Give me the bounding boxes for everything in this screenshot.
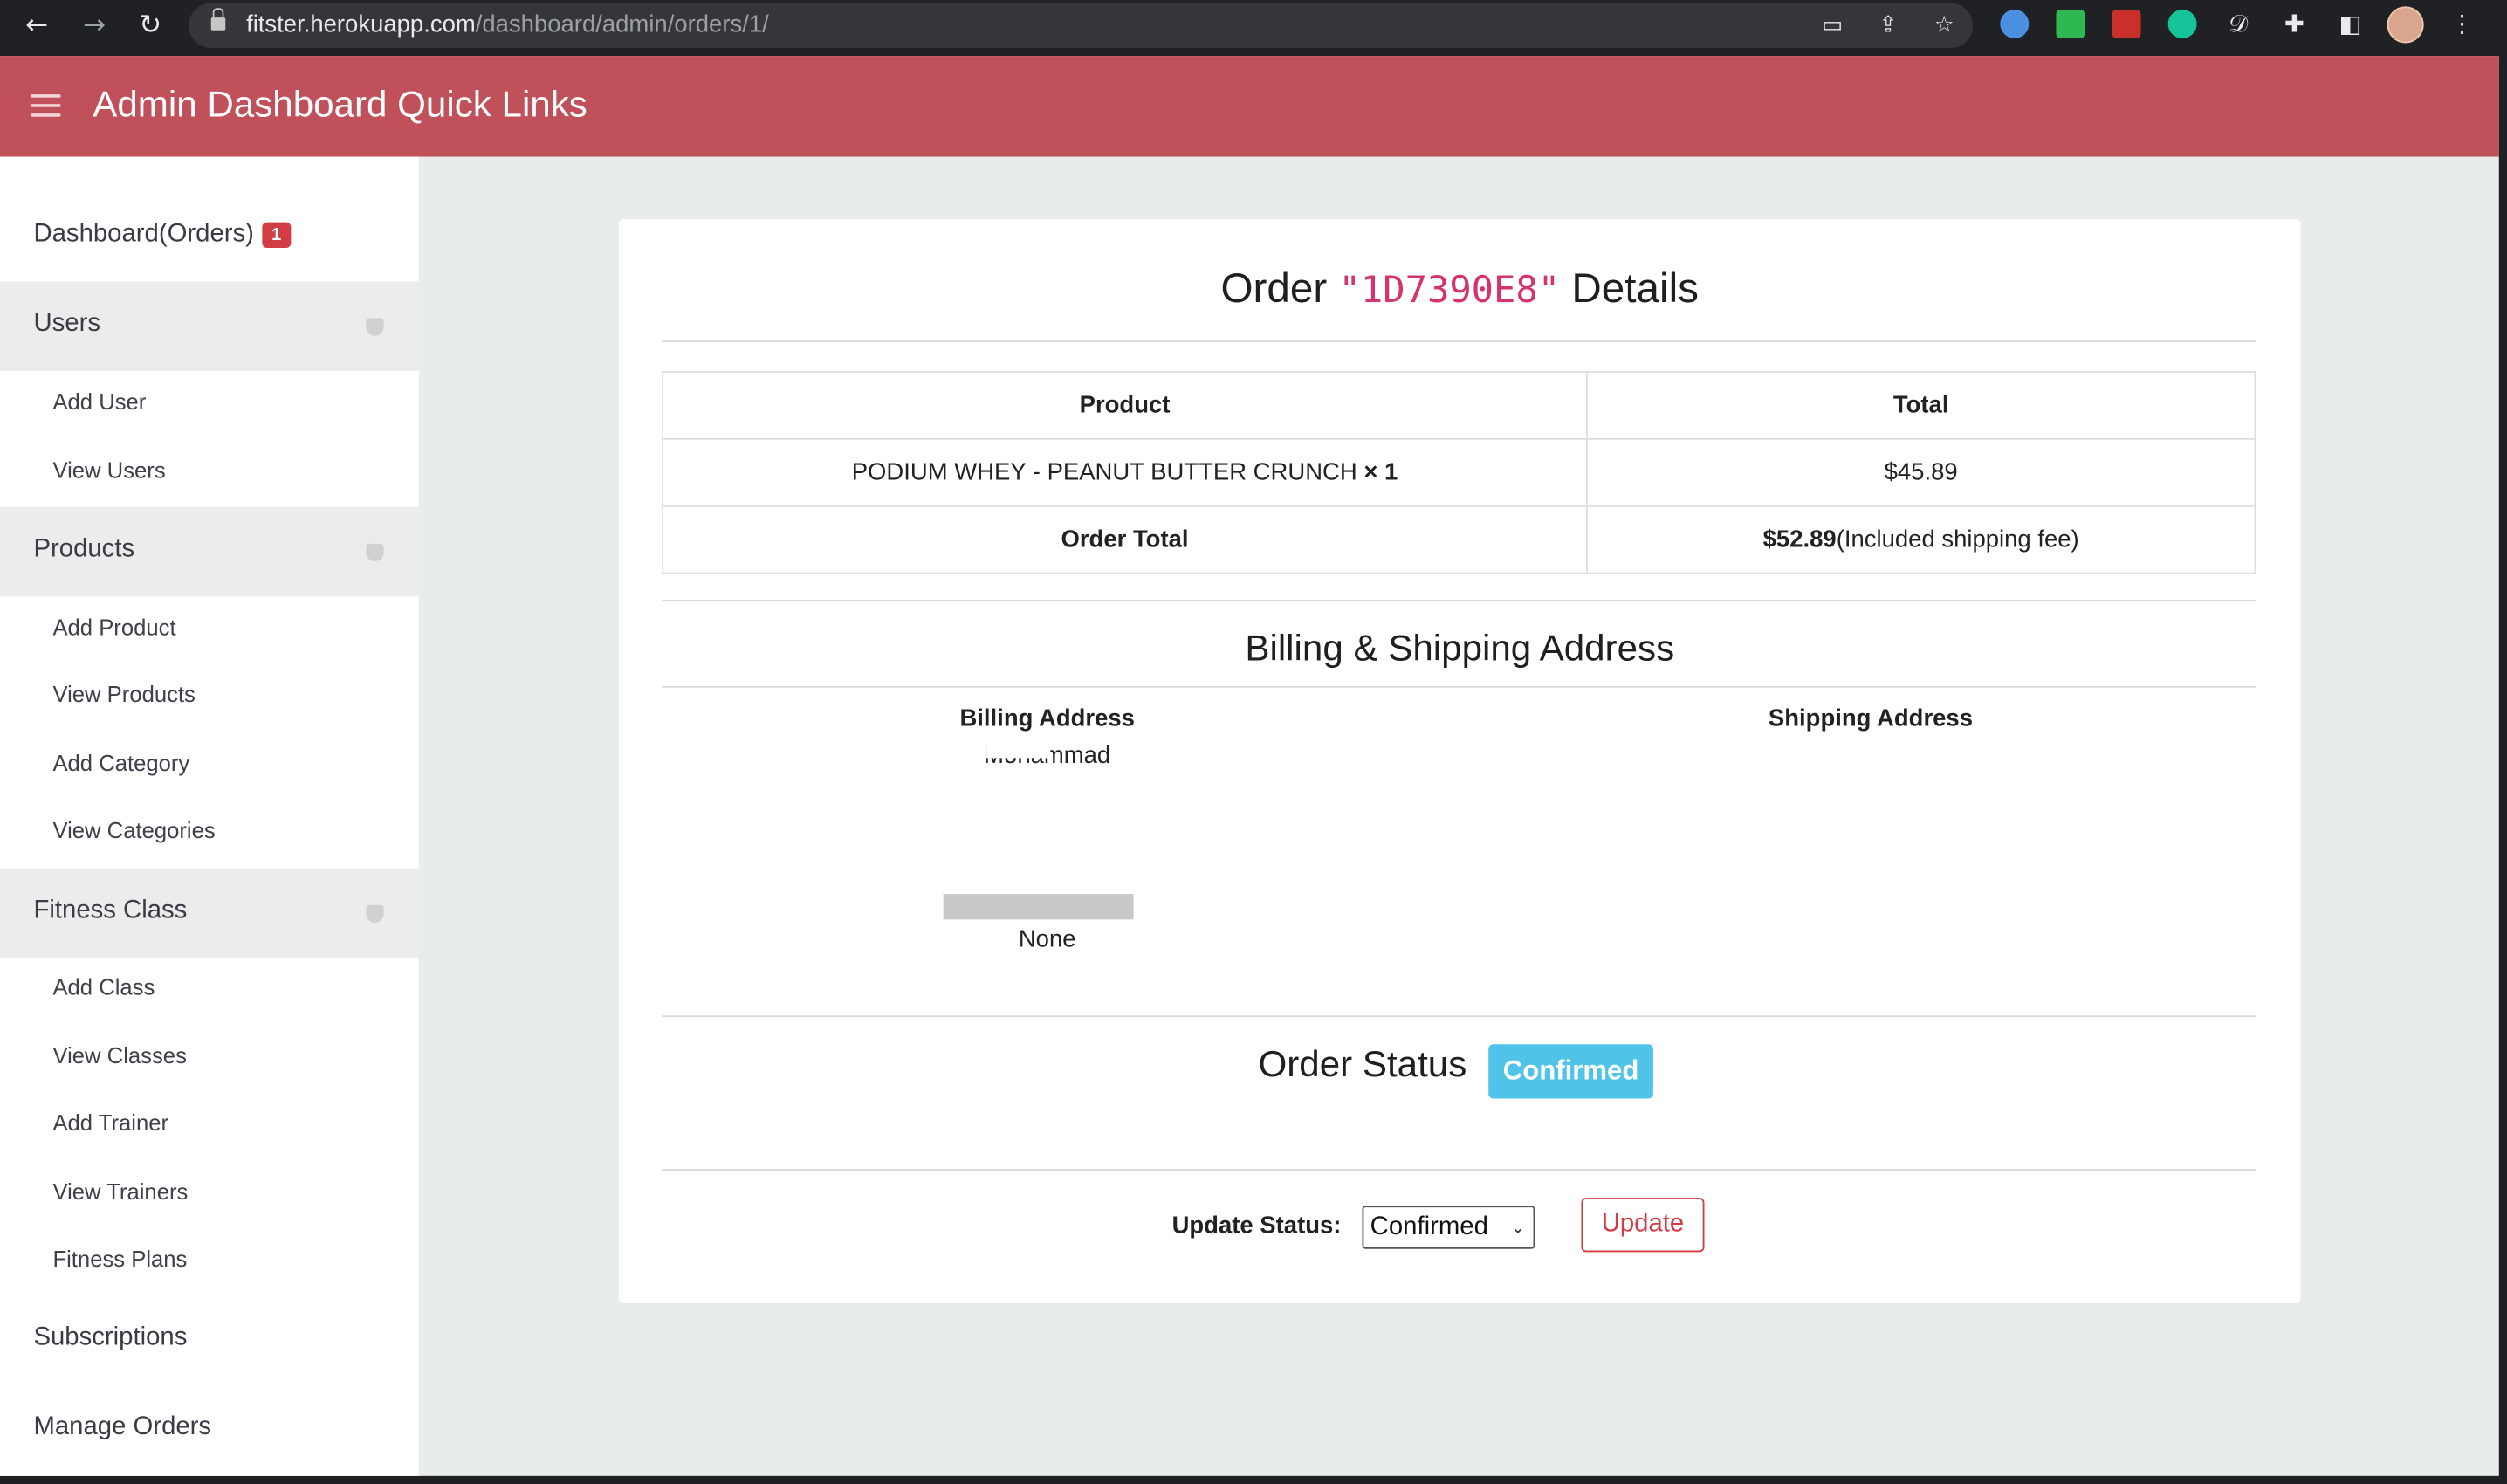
- sidebar-item-dashboard-orders[interactable]: Dashboard(Orders) 1: [0, 192, 419, 282]
- shield-icon: [366, 904, 384, 924]
- product-name: PODIUM WHEY - PEANUT BUTTER CRUNCH: [851, 458, 1357, 486]
- menu-kebab-icon[interactable]: ⋮: [2446, 8, 2478, 40]
- update-button[interactable]: Update: [1581, 1198, 1705, 1253]
- sidebar-item-view-trainers[interactable]: View Trainers: [52, 1178, 188, 1204]
- page-title: Order "1D7390E8" Details: [619, 264, 2301, 313]
- url-text: fitster.herokuapp.com/dashboard/admin/or…: [246, 11, 769, 38]
- sidebar-item-add-trainer[interactable]: Add Trainer: [52, 1110, 168, 1135]
- divider: [662, 340, 2256, 343]
- sidebar: Dashboard(Orders) 1 Users Add User View U…: [0, 156, 419, 1476]
- password-extension-icon[interactable]: [2112, 9, 2141, 38]
- sidebar-group-label: Products: [33, 535, 135, 563]
- admin-topbar: Admin Dashboard Quick Links: [0, 56, 2499, 157]
- sidebar-group-fitness-class[interactable]: Fitness Class: [0, 868, 419, 958]
- status-select[interactable]: Confirmed ⌄: [1362, 1206, 1535, 1249]
- reload-icon[interactable]: ↻: [133, 8, 168, 43]
- topbar-title: Admin Dashboard Quick Links: [93, 83, 587, 125]
- sidebar-item-view-classes[interactable]: View Classes: [52, 1042, 186, 1068]
- column-header-product: Product: [662, 371, 1588, 440]
- shipping-address-heading: Shipping Address: [1768, 704, 1973, 733]
- page: Admin Dashboard Quick Links Dashboard(Or…: [0, 56, 2499, 1476]
- sidebar-item-view-categories[interactable]: View Categories: [52, 817, 215, 842]
- extension-icon[interactable]: [2000, 9, 2030, 38]
- sidebar-item-view-products[interactable]: View Products: [52, 681, 195, 706]
- address-bar[interactable]: fitster.herokuapp.com/dashboard/admin/or…: [189, 3, 1974, 48]
- order-status-title: Order Status: [1258, 1042, 1467, 1085]
- sidebar-group-products[interactable]: Products: [0, 506, 419, 597]
- order-total-label: Order Total: [662, 505, 1588, 574]
- tab-search-icon[interactable]: ▭: [1818, 11, 1847, 40]
- divider: [662, 1169, 2256, 1171]
- order-title-suffix: Details: [1571, 264, 1699, 313]
- order-total-row: Order Total $52.89(Included shipping fee…: [662, 505, 2256, 574]
- shield-icon: [366, 543, 384, 561]
- sidebar-item-label: Manage Orders: [33, 1413, 212, 1441]
- address-section-title: Billing & Shipping Address: [1245, 627, 1675, 669]
- divider: [662, 599, 2256, 601]
- order-total-value: $52.89: [1762, 526, 1837, 553]
- shield-extension-icon[interactable]: [2056, 9, 2085, 38]
- shield-icon: [366, 318, 384, 336]
- sidebar-item-view-users[interactable]: View Users: [52, 457, 165, 483]
- browser-toolbar: ← → ↻ fitster.herokuapp.com/dashboard/ad…: [0, 0, 2507, 57]
- table-header-row: Product Total: [662, 371, 2256, 440]
- billing-address-line: None: [1018, 925, 1076, 953]
- hamburger-menu-icon[interactable]: [30, 94, 61, 118]
- profile-avatar[interactable]: [2387, 6, 2424, 44]
- sidebar-item-add-category[interactable]: Add Category: [52, 750, 189, 775]
- lock-icon: [210, 8, 226, 33]
- chevron-down-icon: ⌄: [1510, 1217, 1526, 1238]
- update-status-label: Update Status:: [1171, 1212, 1342, 1240]
- share-icon[interactable]: ⇪: [1874, 11, 1903, 40]
- back-icon[interactable]: ←: [19, 8, 54, 43]
- dictionary-extension-icon[interactable]: 𝒟: [2222, 8, 2255, 40]
- sidebar-item-subscriptions[interactable]: Subscriptions: [0, 1295, 419, 1385]
- sidebar-item-add-product[interactable]: Add Product: [52, 614, 175, 639]
- product-total: $45.89: [1585, 437, 2256, 507]
- sidebar-item-fitness-plans[interactable]: Fitness Plans: [52, 1246, 187, 1271]
- product-cell: PODIUM WHEY - PEANUT BUTTER CRUNCH × 1: [662, 437, 1588, 507]
- redaction: [943, 894, 1134, 920]
- bookmark-star-icon[interactable]: ☆: [1930, 11, 1959, 40]
- redaction: [986, 742, 1051, 759]
- billing-address-heading: Billing Address: [959, 704, 1135, 733]
- divider: [662, 685, 2256, 688]
- sidebar-item-label: Dashboard(Orders): [33, 220, 254, 248]
- table-row: PODIUM WHEY - PEANUT BUTTER CRUNCH × 1 $…: [662, 437, 2256, 507]
- side-panel-icon[interactable]: ◧: [2334, 8, 2366, 40]
- status-badge: Confirmed: [1488, 1044, 1653, 1099]
- order-items-table: Product Total PODIUM WHEY - PEANUT BUTTE…: [662, 371, 2256, 574]
- divider: [662, 1015, 2256, 1018]
- order-total-cell: $52.89(Included shipping fee): [1585, 505, 2256, 574]
- puzzle-extensions-icon[interactable]: ✚: [2278, 8, 2311, 40]
- url-host: fitster.herokuapp.com: [246, 10, 476, 38]
- url-path: /dashboard/admin/orders/1/: [475, 10, 769, 38]
- sidebar-item-add-user[interactable]: Add User: [52, 388, 146, 414]
- column-header-total: Total: [1585, 371, 2256, 440]
- sidebar-item-add-class[interactable]: Add Class: [52, 974, 155, 1000]
- status-select-value: Confirmed: [1370, 1213, 1488, 1241]
- order-details-card: Order "1D7390E8" Details Product Total P…: [618, 218, 2301, 1303]
- forward-icon[interactable]: →: [77, 8, 112, 43]
- orders-count-badge: 1: [262, 222, 292, 248]
- sidebar-item-label: Subscriptions: [33, 1323, 188, 1351]
- order-code: "1D7390E8": [1338, 270, 1561, 313]
- sidebar-group-users[interactable]: Users: [0, 281, 419, 372]
- sidebar-item-manage-orders[interactable]: Manage Orders: [0, 1384, 419, 1474]
- order-total-note: (Included shipping fee): [1836, 526, 2079, 553]
- grammarly-icon[interactable]: [2167, 9, 2197, 38]
- sidebar-group-label: Fitness Class: [33, 897, 188, 924]
- order-title-prefix: Order: [1220, 264, 1328, 313]
- sidebar-group-label: Users: [33, 310, 100, 338]
- product-quantity: × 1: [1363, 458, 1398, 486]
